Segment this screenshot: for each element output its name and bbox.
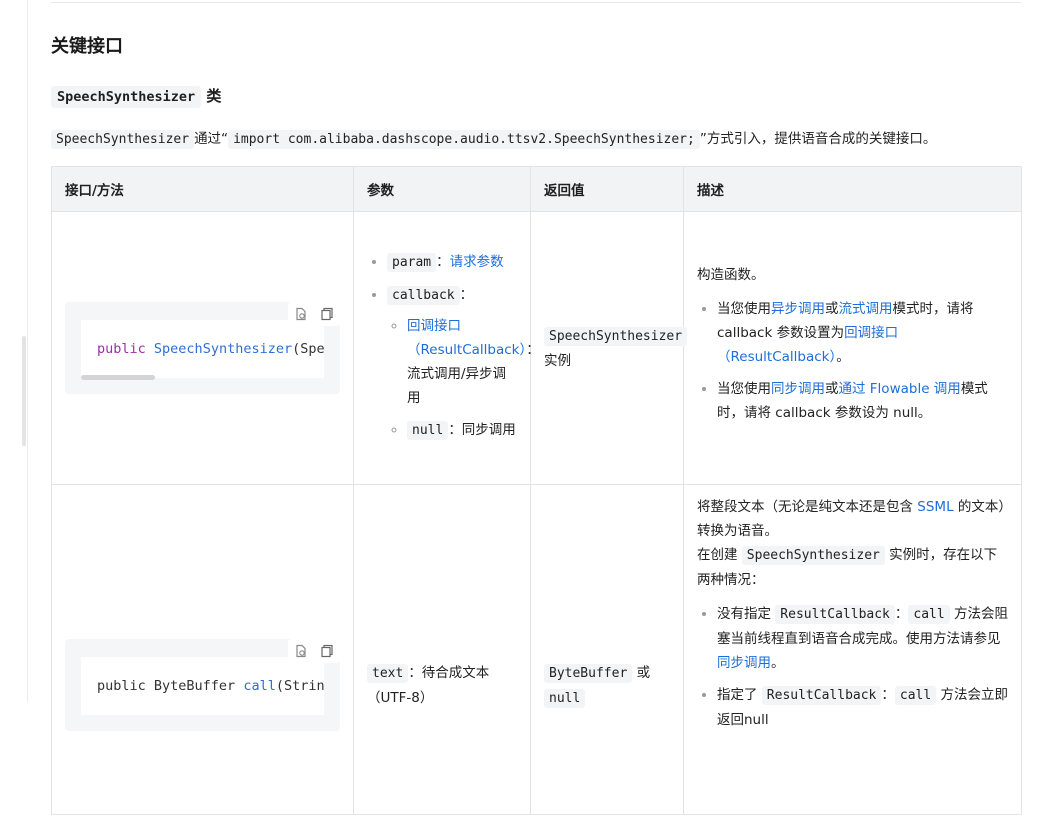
intro-text: 通过“ [194, 131, 229, 147]
sync-call-link[interactable]: 同步调用 [717, 655, 771, 671]
intro-code-class: SpeechSynthesizer [51, 130, 195, 149]
list-text: 。 [771, 655, 785, 671]
class-code: ResultCallback [761, 686, 882, 705]
method-code: call [894, 686, 937, 705]
list-item: 指定了 ResultCallback：call 方法会立即返回null [717, 683, 1008, 732]
params-cell: param：请求参数 callback： 回调接口（ResultCallback… [353, 211, 540, 485]
code-line[interactable]: public SpeechSynthesizer(SpeechSynthesis… [81, 320, 324, 378]
list-text: 。 [836, 349, 850, 365]
intro-code-import: import com.alibaba.dashscope.audio.ttsv2… [228, 130, 700, 149]
list-text: 当您使用 [717, 381, 771, 397]
list-text: 或 [825, 301, 839, 317]
list-text: 或 [825, 381, 839, 397]
class-heading: SpeechSynthesizer 类 [51, 85, 222, 108]
separator: ： [436, 253, 450, 270]
class-code: ResultCallback [775, 605, 895, 624]
description-list: 当您使用异步调用或流式调用模式时，请将 callback 参数设置为回调接口（R… [697, 297, 1008, 425]
table-row: public SpeechSynthesizer(SpeechSynthesis… [51, 211, 1022, 485]
list-text: 当您使用 [717, 301, 771, 317]
request-params-link[interactable]: 请求参数 [450, 254, 504, 270]
method-cell: public ByteBuffer call(String text) [51, 484, 354, 815]
code-args: (String text) [275, 678, 324, 694]
list-item: 回调接口（ResultCallback）：流式调用/异步调用 [407, 314, 540, 410]
code-function: call [243, 678, 276, 694]
text: 在创建 [697, 547, 738, 563]
list-text: ： [881, 687, 895, 703]
returns-cell: SpeechSynthesizer 实例 [530, 211, 688, 485]
run-code-icon[interactable] [288, 302, 314, 326]
list-item: 没有指定 ResultCallback：call 方法会阻塞当前线程直到语音合成… [717, 602, 1008, 675]
method-cell: public SpeechSynthesizer(SpeechSynthesis… [51, 211, 354, 485]
description-cell: 将整段文本（无论是纯文本还是包含 SSML 的文本）转换为语音。 在创建 Spe… [683, 484, 1022, 815]
divider [51, 2, 1021, 3]
code-toolbar [288, 639, 340, 663]
return-type: SpeechSynthesizer [544, 326, 688, 346]
async-call-link[interactable]: 异步调用 [771, 301, 825, 317]
list-text: 指定了 [717, 687, 758, 703]
return-type: null [544, 689, 586, 708]
param-value: null [407, 420, 449, 440]
list-text: ：同步调用 [448, 421, 516, 438]
sub-list: 回调接口（ResultCallback）：流式调用/异步调用 null：同步调用 [387, 314, 540, 443]
header-params: 参数 [353, 166, 531, 212]
list-item: 当您使用异步调用或流式调用模式时，请将 callback 参数设置为回调接口（R… [717, 297, 1008, 369]
params-cell: text ：待合成文本（UTF-8） [353, 484, 531, 815]
return-type: ByteBuffer [544, 664, 633, 683]
header-method: 接口/方法 [51, 166, 354, 212]
separator: ： [459, 286, 474, 303]
param-name: text [367, 664, 409, 683]
description-list: 没有指定 ResultCallback：call 方法会阻塞当前线程直到语音合成… [697, 602, 1008, 732]
header-returns: 返回值 [530, 166, 684, 212]
return-text: 实例 [544, 352, 571, 369]
returns-cell: ByteBuffer 或 null [530, 484, 684, 815]
copy-icon[interactable] [314, 302, 340, 326]
text: 将整段文本（无论是纯文本还是包含 [697, 499, 913, 515]
list-item: callback： 回调接口（ResultCallback）：流式调用/异步调用… [387, 283, 540, 443]
ssml-link[interactable]: SSML [917, 499, 953, 515]
sync-call-link[interactable]: 同步调用 [771, 381, 825, 397]
code-block: public ByteBuffer call(String text) [65, 639, 340, 731]
list-item: param：请求参数 [387, 250, 517, 275]
intro-paragraph: SpeechSynthesizer 通过“ import com.alibaba.d… [51, 127, 937, 149]
copy-icon[interactable] [314, 639, 340, 663]
api-table: 接口/方法 参数 返回值 描述 public SpeechSynthesizer… [51, 166, 1022, 815]
horizontal-scrollbar[interactable] [81, 375, 155, 380]
callback-interface-link[interactable]: 回调接口（ResultCallback） [407, 318, 526, 358]
code-args: (SpeechSynthesisParam param, ResultCallb… [292, 341, 324, 357]
class-code: SpeechSynthesizer [741, 546, 885, 565]
table-header-row: 接口/方法 参数 返回值 描述 [51, 166, 1022, 212]
code-function: SpeechSynthesizer [153, 341, 293, 357]
list-item: 当您使用同步调用或通过 Flowable 调用模式时，请将 callback 参… [717, 377, 1008, 425]
streaming-call-link[interactable]: 流式调用 [839, 301, 893, 317]
code-toolbar [288, 302, 340, 326]
description-text: 构造函数。 [697, 267, 765, 283]
param-name: param [387, 252, 437, 272]
return-text: 或 [636, 665, 651, 681]
flowable-call-link[interactable]: 通过 Flowable 调用 [839, 381, 961, 397]
class-heading-code: SpeechSynthesizer [51, 86, 202, 108]
method-code: call [908, 605, 950, 624]
code-text: public ByteBuffer [97, 678, 244, 694]
list-text: ： [894, 606, 909, 622]
header-description: 描述 [683, 166, 1022, 212]
class-heading-suffix: 类 [206, 87, 222, 105]
section-title: 关键接口 [51, 36, 123, 57]
run-code-icon[interactable] [288, 639, 314, 663]
code-block: public SpeechSynthesizer(SpeechSynthesis… [65, 302, 340, 394]
code-line[interactable]: public ByteBuffer call(String text) [81, 657, 324, 715]
list-item: null：同步调用 [407, 418, 517, 443]
params-list: param：请求参数 callback： 回调接口（ResultCallback… [367, 250, 540, 443]
table-row: public ByteBuffer call(String text) text… [51, 484, 1022, 815]
intro-text: ”方式引入，提供语音合成的关键接口。 [699, 131, 937, 147]
list-text: 没有指定 [717, 606, 771, 622]
description-text: 将整段文本（无论是纯文本还是包含 SSML 的文本）转换为语音。 [697, 495, 1008, 543]
description-text: 在创建 SpeechSynthesizer 实例时，存在以下两种情况： [697, 543, 1008, 592]
code-keyword: public [97, 341, 146, 357]
description-cell: 构造函数。 当您使用异步调用或流式调用模式时，请将 callback 参数设置为… [683, 211, 1022, 485]
param-name: callback [387, 285, 460, 305]
sidebar-resize-handle[interactable] [22, 336, 26, 446]
